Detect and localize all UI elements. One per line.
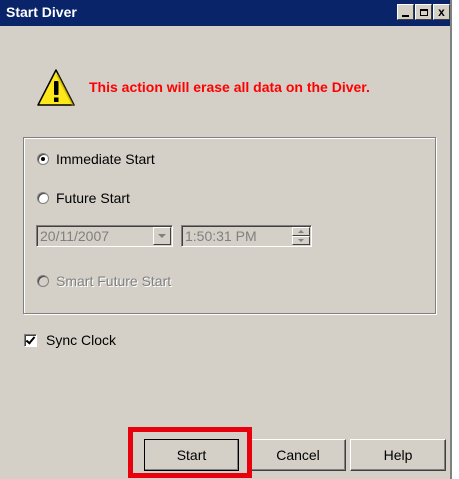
title-bar[interactable]: Start Diver x (0, 0, 450, 26)
window-title: Start Diver (6, 4, 77, 20)
warning-icon (37, 69, 75, 106)
sync-clock-label: Sync Clock (46, 332, 117, 348)
smart-future-start-option: Smart Future Start (37, 273, 171, 289)
spin-up-icon (292, 227, 310, 236)
future-start-label: Future Start (56, 190, 130, 206)
minimize-button[interactable] (397, 4, 414, 20)
immediate-start-label: Immediate Start (56, 151, 155, 167)
future-start-option[interactable]: Future Start (37, 190, 130, 206)
time-spinner (292, 227, 310, 245)
warning-message: This action will erase all data on the D… (89, 79, 370, 95)
future-start-radio[interactable] (37, 192, 49, 204)
immediate-start-option[interactable]: Immediate Start (37, 151, 155, 167)
maximize-button[interactable] (415, 4, 432, 20)
start-button[interactable]: Start (144, 439, 239, 471)
date-picker: 20/11/2007 (36, 225, 173, 247)
immediate-start-radio[interactable] (37, 153, 49, 165)
start-diver-dialog: Start Diver x This action will erase all… (0, 0, 452, 479)
help-button[interactable]: Help (350, 439, 446, 471)
smart-future-start-radio (37, 275, 49, 287)
sync-clock-option[interactable]: Sync Clock (24, 332, 116, 348)
cancel-button[interactable]: Cancel (250, 439, 346, 471)
close-button[interactable]: x (433, 4, 450, 20)
time-picker: 1:50:31 PM (181, 225, 312, 247)
time-value: 1:50:31 PM (185, 228, 257, 244)
chevron-down-icon (153, 227, 171, 245)
smart-future-start-label: Smart Future Start (56, 273, 172, 289)
sync-clock-checkbox[interactable] (24, 333, 37, 347)
date-value: 20/11/2007 (40, 228, 110, 244)
minimize-icon (402, 14, 409, 17)
close-icon: x (438, 5, 445, 19)
spin-down-icon (292, 236, 310, 245)
maximize-icon (419, 8, 428, 16)
